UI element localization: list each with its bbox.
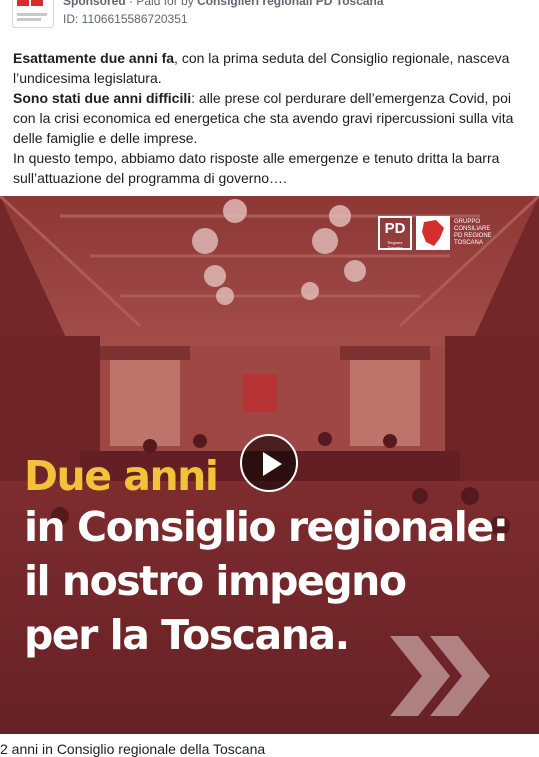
post-paragraph-1: Esattamente due anni fa, con la prima se…	[13, 48, 528, 88]
headline-line-1: Due anni	[24, 452, 219, 500]
ad-header: Sponsored · Paid for by Consiglieri regi…	[0, 0, 539, 36]
headline-line-3: il nostro impegno	[24, 557, 407, 605]
paragraph-1-bold: Esattamente due anni fa	[13, 50, 175, 66]
group-label: Gruppo consiliare PD Regione Toscana	[454, 219, 492, 246]
advertiser-name[interactable]: Consiglieri regionali PD Toscana	[197, 0, 384, 8]
pd-logo-text: PD	[384, 220, 406, 237]
headline-line-2: in Consiglio regionale:	[24, 503, 509, 551]
post-paragraph-3: In questo tempo, abbiamo dato risposte a…	[13, 150, 500, 186]
headline-line-4: per la Toscana.	[24, 611, 350, 659]
tuscany-map-icon	[416, 216, 450, 250]
video-headline: Due anni in Consiglio regionale: il nost…	[24, 452, 509, 662]
advertiser-avatar[interactable]	[12, 0, 54, 28]
video-caption[interactable]: 2 anni in Consiglio regionale della Tosc…	[0, 741, 265, 757]
sponsored-line: Sponsored · Paid for by Consiglieri regi…	[63, 0, 384, 8]
ad-id: ID: 1106615586720351	[63, 12, 188, 26]
pd-group-logo: PD Regione Toscana Gruppo consiliare PD …	[378, 215, 492, 251]
post-text: Esattamente due anni fa, con la prima se…	[13, 48, 528, 188]
video-thumbnail[interactable]: PD Regione Toscana Gruppo consiliare PD …	[0, 196, 539, 734]
pd-logo-box: PD Regione Toscana	[378, 216, 412, 250]
paragraph-2-bold: Sono stati due anni difficili	[13, 90, 192, 106]
post-paragraph-2: Sono stati due anni difficili: alle pres…	[13, 88, 528, 148]
pd-logo-icon	[17, 0, 47, 21]
paid-for-by-label: · Paid for by	[129, 0, 194, 8]
sponsored-label: Sponsored	[63, 0, 126, 8]
pd-logo-subtext: Regione Toscana	[387, 240, 403, 250]
